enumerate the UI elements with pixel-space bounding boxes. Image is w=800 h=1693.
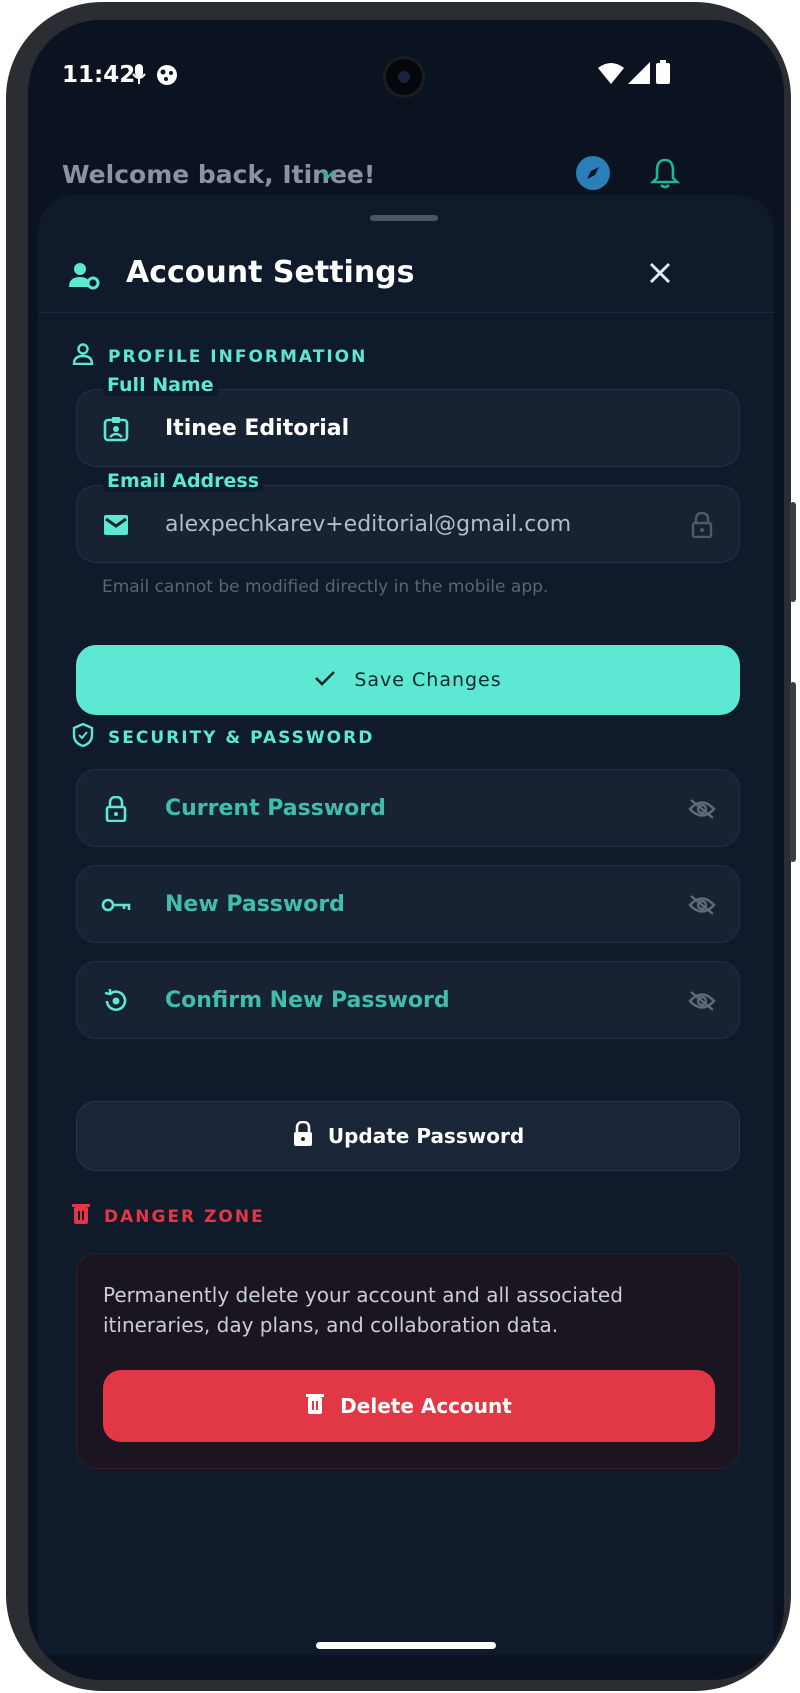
notifications-button[interactable] <box>640 150 690 200</box>
profile-section-label: PROFILE INFORMATION <box>72 343 367 370</box>
security-section-label: SECURITY & PASSWORD <box>72 722 375 752</box>
danger-description: Permanently delete your account and all … <box>103 1283 623 1337</box>
current-password-placeholder: Current Password <box>165 796 386 821</box>
volume-button <box>790 682 796 862</box>
close-icon <box>649 262 671 288</box>
new-password-field[interactable]: New Password <box>76 865 740 943</box>
person-icon <box>72 343 94 370</box>
lock-icon <box>292 1120 314 1152</box>
explore-button[interactable] <box>568 150 618 200</box>
status-time: 11:42 <box>62 62 136 88</box>
battery-icon <box>656 60 670 88</box>
eye-off-icon[interactable] <box>687 986 717 1016</box>
full-name-label: Full Name <box>103 374 218 396</box>
home-indicator[interactable] <box>316 1642 496 1649</box>
check-icon <box>314 669 336 692</box>
phone-frame: 11:42 Welcome back, Itinee! Account Sett… <box>6 2 796 1691</box>
drag-handle[interactable] <box>370 215 438 221</box>
bell-icon <box>649 157 681 193</box>
front-camera <box>383 56 425 98</box>
save-changes-button[interactable]: Save Changes <box>76 645 740 715</box>
danger-zone-box: Permanently delete your account and all … <box>76 1253 740 1469</box>
close-button[interactable] <box>638 253 682 297</box>
signal-icon <box>628 62 650 88</box>
lock-reset-icon <box>101 986 131 1016</box>
wifi-icon <box>598 62 624 88</box>
notification-app-icon <box>156 64 178 90</box>
update-password-button[interactable]: Update Password <box>76 1101 740 1171</box>
current-password-field[interactable]: Current Password <box>76 769 740 847</box>
key-icon <box>101 890 131 920</box>
status-bar: 11:42 <box>28 20 784 110</box>
badge-icon <box>101 414 131 444</box>
lock-icon <box>101 794 131 824</box>
sheet-header: Account Settings <box>38 235 774 313</box>
trash-icon <box>72 1203 90 1230</box>
confirm-password-placeholder: Confirm New Password <box>165 988 450 1013</box>
microphone-icon <box>132 64 146 90</box>
email-value: alexpechkarev+editorial@gmail.com <box>165 512 572 537</box>
screen: 11:42 Welcome back, Itinee! Account Sett… <box>28 20 784 1680</box>
security-section-title: SECURITY & PASSWORD <box>108 727 375 748</box>
danger-section-title: DANGER ZONE <box>104 1206 265 1227</box>
new-password-placeholder: New Password <box>165 892 345 917</box>
trash-icon <box>306 1393 325 1420</box>
chevron-down-icon[interactable] <box>318 164 338 188</box>
update-password-label: Update Password <box>327 1124 525 1148</box>
email-field: Email Address alexpechkarev+editorial@gm… <box>76 470 740 563</box>
power-button <box>790 502 796 602</box>
danger-section-label: DANGER ZONE <box>72 1203 265 1230</box>
full-name-field[interactable]: Full Name Itinee Editorial <box>76 374 740 467</box>
confirm-password-field[interactable]: Confirm New Password <box>76 961 740 1039</box>
delete-account-button[interactable]: Delete Account <box>103 1370 715 1442</box>
eye-off-icon[interactable] <box>687 794 717 824</box>
shield-icon <box>72 722 94 752</box>
full-name-value: Itinee Editorial <box>165 416 350 441</box>
account-settings-sheet: Account Settings PROFILE INFORMATION Ful… <box>38 195 774 1655</box>
eye-off-icon[interactable] <box>687 890 717 920</box>
save-changes-label: Save Changes <box>354 669 502 691</box>
sheet-title: Account Settings <box>126 255 415 290</box>
email-label: Email Address <box>103 470 264 492</box>
profile-section-title: PROFILE INFORMATION <box>108 346 368 367</box>
email-helper-text: Email cannot be modified directly in the… <box>102 577 549 597</box>
lock-icon <box>687 510 717 540</box>
user-settings-icon <box>68 259 100 295</box>
compass-icon <box>575 155 611 195</box>
delete-account-label: Delete Account <box>340 1394 512 1418</box>
email-icon <box>101 510 131 540</box>
